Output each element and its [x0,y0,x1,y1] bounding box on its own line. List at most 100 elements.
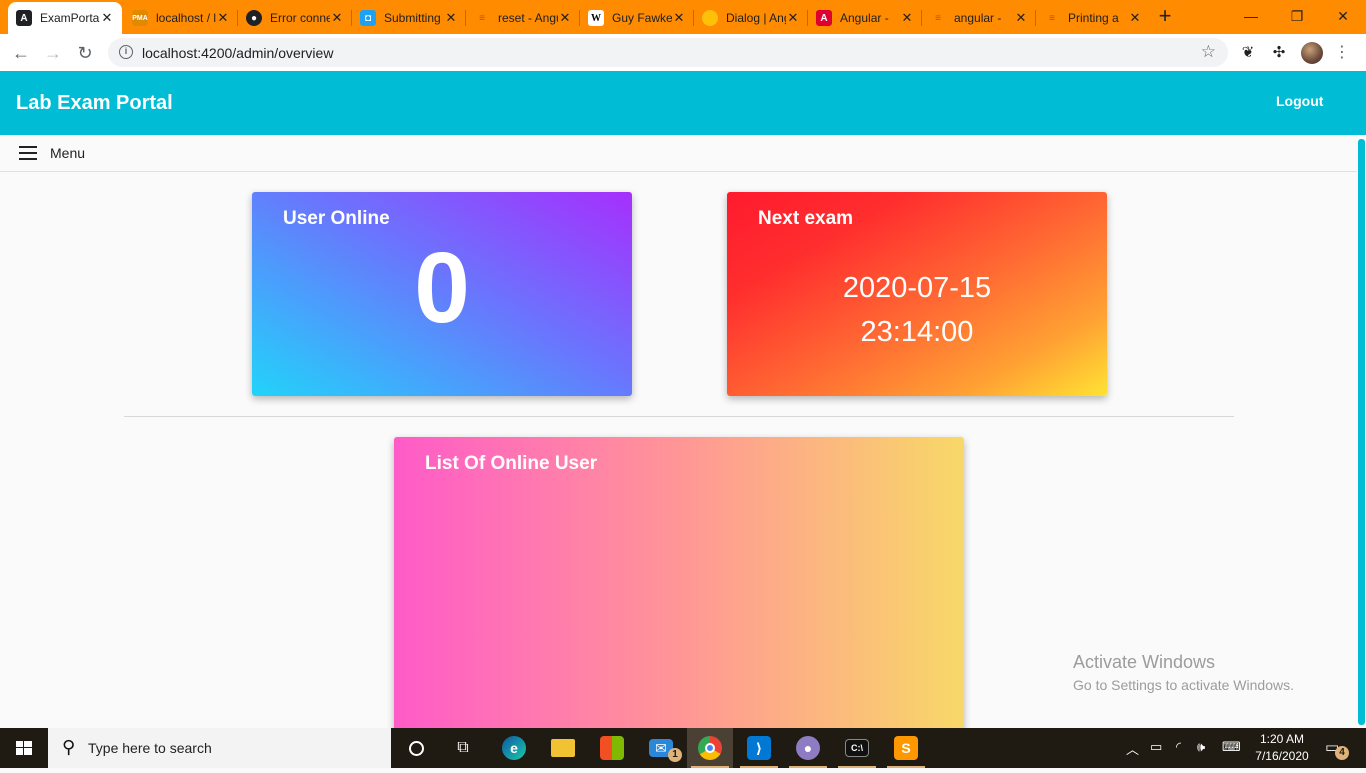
taskbar-clock[interactable]: 1:20 AM 7/16/2020 [1252,731,1312,765]
exam-date: 2020-07-15 [842,272,992,304]
extension-icon[interactable]: ❦ [1238,43,1258,63]
online-user-count: 0 [414,232,470,344]
scrollbar-thumb[interactable] [1358,139,1365,725]
file-explorer-app[interactable] [540,728,586,768]
activate-windows-title: Activate Windows [1073,652,1216,672]
bookmark-star-icon[interactable]: ☆ [1201,42,1216,62]
logout-button[interactable]: Logout [1276,93,1323,109]
search-icon: ⚲ [62,737,76,757]
github-desktop-app[interactable]: ● [785,728,831,768]
windows-taskbar: ⚲ Type here to search ⧉ e ✉ 1 ⟩ ● C:\ S … [0,728,1366,768]
edge-app[interactable]: e [491,728,537,768]
chrome-app[interactable] [687,728,733,768]
app-header: Lab Exam Portal Logout [0,71,1366,135]
minimize-button[interactable]: — [1236,4,1266,28]
tab-title: Angular - [840,11,889,25]
vscode-app[interactable]: ⟩ [736,728,782,768]
close-icon[interactable]: ✕ [558,10,572,26]
tab-title: Error connecting [270,11,330,25]
sublime-icon: S [894,736,918,760]
terminal-app[interactable]: C:\ [834,728,880,768]
forward-button[interactable]: → [40,40,66,66]
notification-badge: 4 [1335,746,1349,760]
close-icon[interactable]: ✕ [330,10,344,26]
tab-title: reset - Angular [498,11,558,25]
discord-icon: ◘ [360,10,376,26]
restore-button[interactable]: ❐ [1282,4,1312,28]
browser-tab-strip: A ExamPortal ✕ PMA localhost / localhost… [0,0,1366,34]
close-icon[interactable]: ✕ [216,10,230,26]
user-online-card: User Online 0 [252,192,632,396]
tab-guy-fawkes[interactable]: W Guy Fawkes ✕ [580,2,694,34]
page-scrollbar[interactable] [1357,135,1366,728]
hamburger-icon[interactable] [19,146,37,160]
sublime-app[interactable]: S [883,728,929,768]
close-icon[interactable]: ✕ [1128,10,1142,26]
tab-localhost[interactable]: PMA localhost / localhost ✕ [124,2,238,34]
battery-icon[interactable]: ▭ [1150,739,1162,755]
close-icon[interactable]: ✕ [672,10,686,26]
reload-button[interactable]: ↻ [72,40,98,66]
search-placeholder[interactable]: Type here to search [88,740,212,756]
wikipedia-icon: W [588,10,604,26]
tab-angular[interactable]: A Angular - ✕ [808,2,922,34]
menu-bar: Menu [0,135,1366,172]
info-icon[interactable]: i [119,45,133,59]
close-window-button[interactable]: ✕ [1328,4,1358,28]
close-icon[interactable]: ✕ [1014,10,1028,26]
mail-badge: 1 [668,748,682,762]
volume-icon[interactable]: 🕪 [1197,739,1205,755]
url-text[interactable]: localhost:4200/admin/overview [142,45,333,61]
tab-title: ExamPortal [40,11,100,25]
profile-avatar[interactable] [1301,42,1323,64]
address-bar[interactable]: i localhost:4200/admin/overview ☆ [108,38,1228,67]
card-title: User Online [283,208,390,229]
card-title: List Of Online User [425,453,598,474]
puzzle-icon[interactable]: ✣ [1269,43,1289,63]
chrome-icon [698,736,722,760]
back-button[interactable]: ← [8,40,34,66]
close-icon[interactable]: ✕ [444,10,458,26]
close-icon[interactable]: ✕ [786,10,800,26]
taskbar-search[interactable]: ⚲ Type here to search [48,728,391,768]
terminal-icon: C:\ [845,739,869,757]
tab-angular-so[interactable]: ≡ angular - ✕ [922,2,1036,34]
material-icon [702,10,718,26]
card-title: Next exam [758,208,854,229]
keyboard-icon[interactable]: ⌨ [1222,739,1241,755]
new-tab-button[interactable]: + [1152,4,1178,30]
tab-error-connecting[interactable]: ● Error connecting ✕ [238,2,352,34]
mail-app[interactable]: ✉ 1 [638,728,684,768]
more-menu-icon[interactable]: ⋮ [1334,42,1350,64]
folder-icon [551,739,575,757]
tab-submitting[interactable]: ◘ Submitting ✕ [352,2,466,34]
vscode-icon: ⟩ [747,736,771,760]
close-icon[interactable]: ✕ [100,10,114,26]
menu-label[interactable]: Menu [50,145,85,161]
tab-dialog[interactable]: Dialog | Angular ✕ [694,2,808,34]
tab-reset[interactable]: ≡ reset - Angular ✕ [466,2,580,34]
close-icon[interactable]: ✕ [900,10,914,26]
tab-title: Submitting [384,11,441,25]
windows-logo-icon [16,741,32,755]
chevron-up-icon[interactable]: ︿ [1126,739,1139,758]
tab-title: angular - [954,11,1002,25]
activate-windows-subtitle: Go to Settings to activate Windows. [1073,677,1294,693]
divider [124,416,1234,417]
notification-icon[interactable]: ▭ 4 [1325,738,1349,760]
wifi-icon[interactable]: ◜ [1176,739,1181,755]
clock-time: 1:20 AM [1259,732,1305,746]
cortana-button[interactable] [393,728,439,768]
tab-printing[interactable]: ≡ Printing a ✕ [1036,2,1150,34]
edge-icon: e [502,736,526,760]
task-view-button[interactable]: ⧉ [440,728,486,768]
angular-red-icon: A [816,10,832,26]
app-title: Lab Exam Portal [16,92,173,114]
store-icon [600,736,624,760]
tab-title: localhost / localhost [156,11,216,25]
browser-toolbar: ← → ↻ i localhost:4200/admin/overview ☆ … [0,34,1366,71]
clock-date: 7/16/2020 [1255,749,1309,763]
tab-examportal[interactable]: A ExamPortal ✕ [8,2,122,34]
store-app[interactable] [589,728,635,768]
start-button[interactable] [0,728,48,768]
